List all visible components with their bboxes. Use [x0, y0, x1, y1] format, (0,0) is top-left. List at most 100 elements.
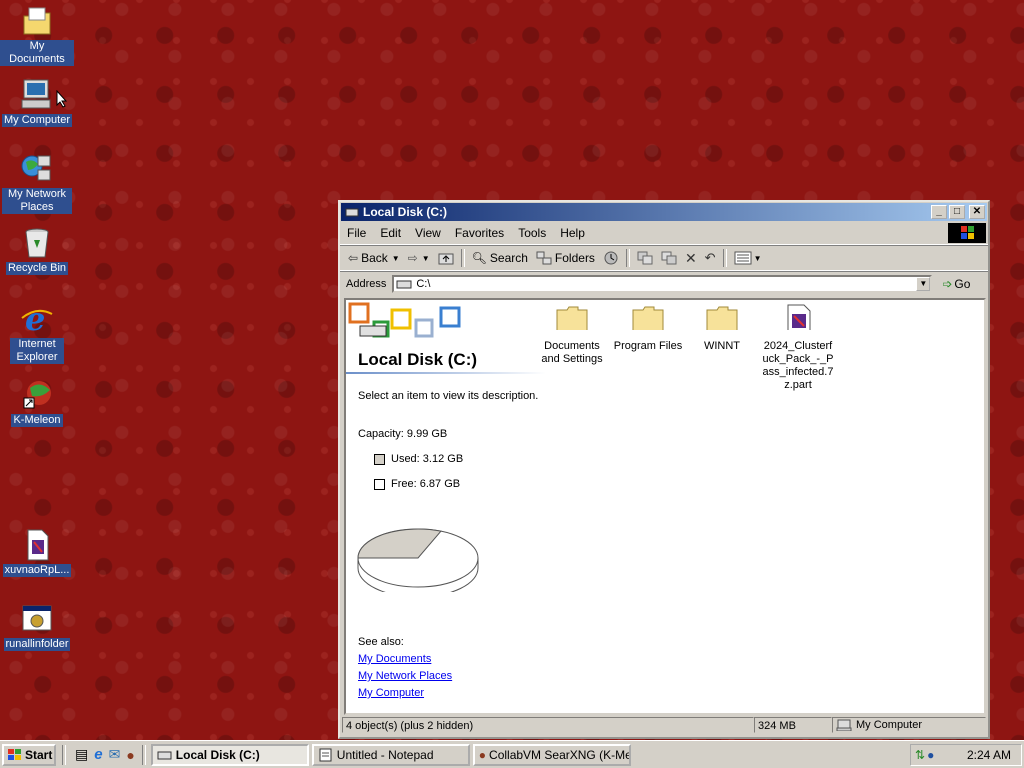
toolbar-separator: [625, 249, 630, 267]
up-folder-button[interactable]: [434, 247, 458, 269]
internet-explorer-icon: e: [20, 300, 54, 338]
status-objects: 4 object(s) (plus 2 hidden): [342, 717, 754, 733]
drive-icon: [345, 208, 359, 217]
task-local-disk[interactable]: Local Disk (C:): [150, 743, 309, 766]
back-button[interactable]: ⇦ Back ▼: [344, 247, 404, 269]
drive-icon: [396, 280, 412, 289]
menu-bar: File Edit View Favorites Tools Help: [340, 222, 988, 245]
batch-file-icon: [20, 602, 54, 636]
description-text: Select an item to view its description.: [358, 390, 539, 402]
toolbar-separator: [722, 249, 727, 267]
desktop-icon-recycle-bin[interactable]: Recycle Bin: [0, 226, 74, 275]
chevron-down-icon: ▼: [753, 253, 762, 263]
forward-arrow-icon: ⇨: [407, 251, 418, 265]
desktop-icon-label: runallinfolder: [3, 638, 71, 651]
see-also-label: See also:: [358, 636, 404, 648]
address-dropdown-icon[interactable]: ▼: [916, 277, 931, 291]
desktop-icon-file[interactable]: xuvnaoRpL...: [0, 528, 74, 577]
network-places-icon: [20, 152, 54, 186]
delete-button[interactable]: ✕: [681, 247, 701, 269]
move-to-button[interactable]: [633, 247, 657, 269]
toolbar: ⇦ Back ▼ ⇨ ▼ 🔍︎ Search Folders ✕ ↶ ▼: [340, 245, 988, 271]
show-desktop-icon[interactable]: ▤: [75, 746, 88, 763]
desktop-icon-label: My Documents: [0, 40, 74, 66]
menu-favorites[interactable]: Favorites: [448, 226, 511, 240]
close-button[interactable]: ✕: [969, 205, 985, 219]
folder-icon: [706, 306, 738, 332]
free-legend: Free: 6.87 GB: [374, 478, 460, 490]
recycle-bin-icon: [20, 226, 54, 260]
minimize-button[interactable]: _: [931, 205, 947, 219]
desktop-icon-network-places[interactable]: My Network Places: [0, 152, 74, 214]
my-computer-icon: [836, 719, 852, 731]
menu-edit[interactable]: Edit: [373, 226, 408, 240]
forward-button[interactable]: ⇨ ▼: [404, 247, 434, 269]
info-pane: Local Disk (C:) Select an item to view i…: [346, 300, 546, 713]
window-title: Local Disk (C:): [363, 205, 448, 219]
content-pane: Local Disk (C:) Select an item to view i…: [344, 298, 986, 715]
link-my-computer[interactable]: My Computer: [358, 687, 424, 699]
desktop-icon-label: Internet Explorer: [10, 338, 64, 364]
desktop-icon-label: Recycle Bin: [5, 262, 69, 275]
history-button[interactable]: [599, 247, 623, 269]
desktop-icon-k-meleon[interactable]: K-Meleon: [0, 378, 74, 427]
title-bar[interactable]: Local Disk (C:) _ □ ✕: [341, 203, 987, 221]
chevron-down-icon: ▼: [391, 253, 400, 263]
disk-usage-pie-chart: [357, 528, 479, 592]
status-size: 324 MB: [754, 717, 832, 733]
desktop-icon-internet-explorer[interactable]: e Internet Explorer: [0, 300, 74, 364]
views-icon: [734, 251, 752, 265]
my-documents-icon: [20, 4, 54, 38]
status-zone: My Computer: [832, 717, 986, 733]
address-input[interactable]: C:\ ▼: [392, 275, 933, 293]
taskbar-separator: [62, 744, 66, 765]
maximize-button[interactable]: □: [949, 205, 965, 219]
desktop-icon-label: xuvnaoRpL...: [2, 564, 72, 577]
folder-icon: [632, 306, 664, 332]
copy-to-button[interactable]: [657, 247, 681, 269]
desktop-icon-label: My Computer: [1, 114, 73, 127]
views-button[interactable]: ▼: [730, 247, 766, 269]
status-bar: 4 object(s) (plus 2 hidden) 324 MB My Co…: [342, 717, 986, 735]
free-swatch: [374, 478, 385, 490]
search-button[interactable]: 🔍︎ Search: [468, 247, 532, 269]
start-button[interactable]: Start: [2, 743, 56, 766]
volume-tray-icon[interactable]: ●: [927, 748, 934, 762]
folder-item-winnt[interactable]: WINNT: [682, 300, 762, 353]
link-my-network-places[interactable]: My Network Places: [358, 670, 452, 682]
link-my-documents[interactable]: My Documents: [358, 653, 431, 665]
windows-logo-icon: [8, 748, 21, 760]
copy-to-icon: [661, 251, 677, 265]
undo-button[interactable]: ↶: [701, 247, 720, 269]
folder-item-program-files[interactable]: Program Files: [608, 300, 688, 353]
desktop-icon-runallinfolder[interactable]: runallinfolder: [0, 602, 74, 651]
drive-banner-icon: [348, 302, 461, 338]
address-value: C:\: [416, 278, 431, 290]
outlook-express-icon[interactable]: ✉: [109, 746, 121, 763]
menu-tools[interactable]: Tools: [511, 226, 553, 240]
used-legend: Used: 3.12 GB: [374, 453, 463, 465]
menu-view[interactable]: View: [408, 226, 448, 240]
internet-explorer-icon[interactable]: e: [94, 746, 102, 763]
k-meleon-icon: [20, 378, 54, 412]
k-meleon-icon[interactable]: ●: [126, 747, 134, 763]
folder-icon: [556, 306, 588, 332]
toolbar-separator: [460, 249, 465, 267]
desktop-icon-my-documents[interactable]: My Documents: [0, 4, 74, 66]
task-notepad[interactable]: Untitled - Notepad: [311, 743, 470, 766]
capacity-text: Capacity: 9.99 GB: [358, 428, 448, 440]
menu-file[interactable]: File: [340, 226, 373, 240]
pane-divider: [346, 372, 546, 374]
task-k-meleon[interactable]: ● CollabVM SearXNG (K-Mel...: [472, 743, 631, 766]
network-tray-icon[interactable]: ⇅: [915, 748, 925, 762]
desktop-icon-label: K-Meleon: [11, 414, 63, 427]
used-swatch: [374, 453, 385, 465]
folder-item-documents-and-settings[interactable]: Documents and Settings: [532, 300, 612, 366]
file-item-7z-part[interactable]: 2024_Clusterf uck_Pack_-_P ass_infected.…: [758, 300, 838, 392]
folders-button[interactable]: Folders: [532, 247, 599, 269]
pane-title: Local Disk (C:): [358, 350, 478, 369]
history-icon: [604, 251, 618, 265]
move-to-icon: [637, 251, 653, 265]
menu-help[interactable]: Help: [553, 226, 592, 240]
go-button[interactable]: ➩ Go: [938, 273, 974, 295]
